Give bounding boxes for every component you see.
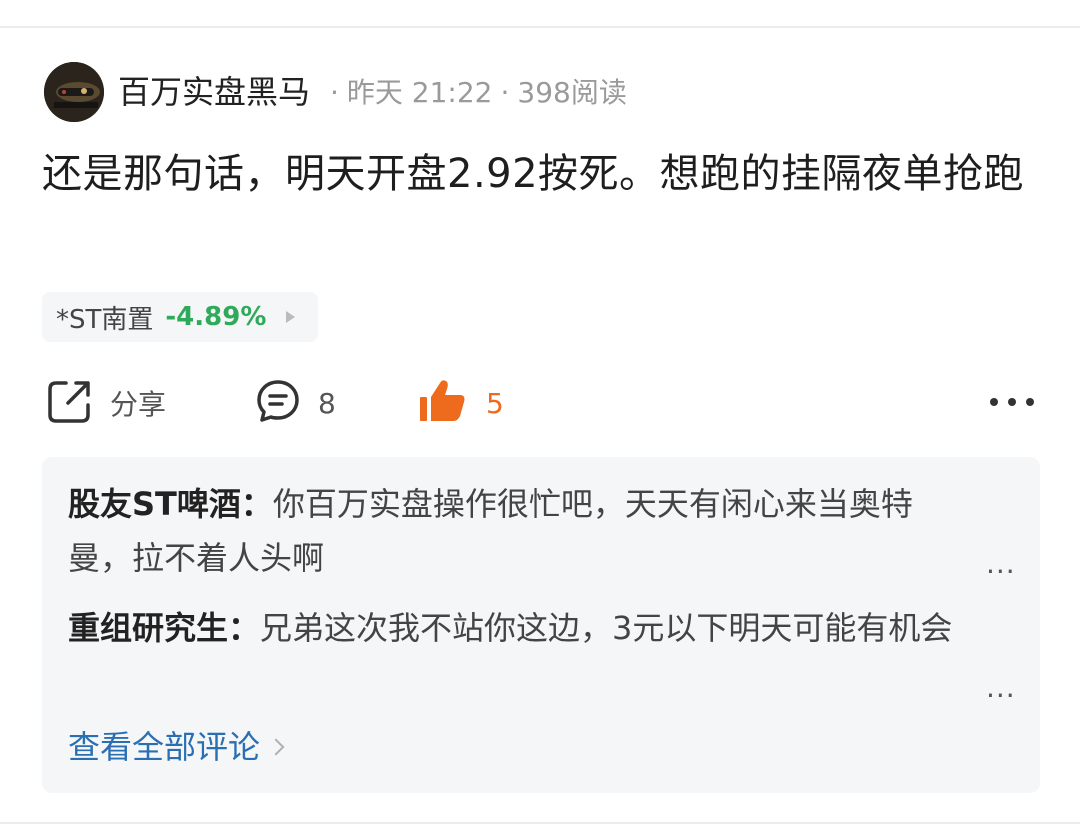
like-count: 5 [486,386,504,420]
more-icon[interactable] [990,395,1034,409]
top-divider [0,26,1080,28]
comment-icon [254,377,302,429]
more-dot [990,398,998,406]
comments-preview: 股友ST啤酒：你百万实盘操作很忙吧，天天有闲心来当奥特曼，拉不着人头啊 ... … [42,457,1040,793]
comment-count: 8 [318,386,336,420]
comment-item[interactable]: 重组研究生：兄弟这次我不站你这边，3元以下明天可能有机会 [68,601,968,655]
post-card: 百万实盘黑马 · 昨天 21:22 · 398阅读 还是那句话，明天开盘2.92按死。… [0,0,1080,831]
stock-tag[interactable]: *ST南置 -4.89% [42,292,318,342]
stock-change: -4.89% [165,302,267,332]
share-label: 分享 [110,388,167,421]
chevron-right-icon [267,738,285,756]
comment-button[interactable]: 8 [254,378,336,428]
share-button[interactable]: 分享 [46,378,166,428]
comment-text: 兄弟这次我不站你这边，3元以下明天可能有机会 [260,609,953,647]
more-dot [1008,398,1016,406]
meta-separator: · [500,76,510,109]
play-arrow-icon [286,311,296,323]
more-dot [1026,398,1034,406]
comment-colon: ： [228,609,261,647]
comment-author[interactable]: 股友ST啤酒 [68,485,241,523]
share-icon [46,377,94,429]
author-name[interactable]: 百万实盘黑马 [118,72,310,112]
view-all-comments-link[interactable]: 查看全部评论 [68,725,285,769]
thumbs-up-icon [418,377,468,429]
post-meta: · 昨天 21:22 · 398阅读 [330,74,627,112]
comment-expand[interactable]: ... [986,547,1016,580]
bottom-divider [0,822,1080,824]
comment-author[interactable]: 重组研究生 [68,609,228,647]
post-time: 昨天 21:22 [346,76,493,109]
stock-name: *ST南置 [56,304,154,335]
post-content[interactable]: 还是那句话，明天开盘2.92按死。想跑的挂隔夜单抢跑 [42,142,1032,206]
comment-item[interactable]: 股友ST啤酒：你百万实盘操作很忙吧，天天有闲心来当奥特曼，拉不着人头啊 [68,477,968,585]
read-count: 398阅读 [517,76,627,109]
like-button[interactable]: 5 [418,378,504,428]
comment-expand[interactable]: ... [986,671,1016,704]
comment-colon: ： [240,485,273,523]
meta-separator: · [330,76,339,109]
view-all-label: 查看全部评论 [68,728,261,766]
avatar[interactable] [44,62,104,122]
